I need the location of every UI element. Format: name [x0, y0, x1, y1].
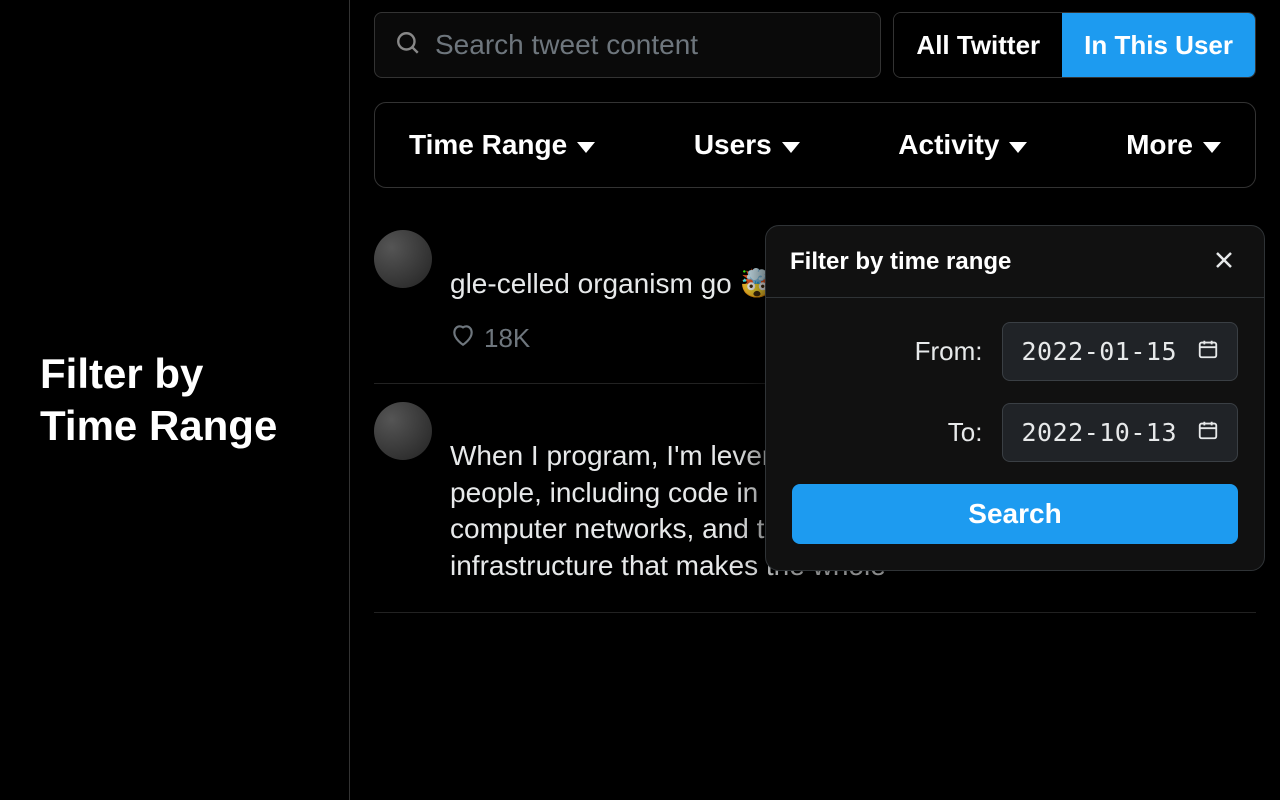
popover-body: From: 2022-01-15 To: 2022-10-13 — [766, 298, 1264, 570]
time-range-popover: Filter by time range From: 2022-01-15 — [765, 225, 1265, 571]
to-label: To: — [948, 417, 983, 448]
filter-time-range-label: Time Range — [409, 129, 567, 161]
popover-title: Filter by time range — [790, 248, 1011, 276]
from-field-row: From: 2022-01-15 — [792, 322, 1238, 381]
filter-users[interactable]: Users — [694, 129, 800, 161]
left-title-line2: Time Range — [40, 402, 277, 449]
heart-icon — [450, 322, 476, 355]
from-date-input[interactable]: 2022-01-15 — [1002, 322, 1238, 381]
scope-all-twitter[interactable]: All Twitter — [894, 13, 1062, 77]
search-icon — [395, 30, 421, 61]
chevron-down-icon — [782, 142, 800, 153]
avatar[interactable] — [374, 402, 432, 460]
filter-activity[interactable]: Activity — [898, 129, 1027, 161]
scope-in-this-user[interactable]: In This User — [1062, 13, 1255, 77]
filter-time-range[interactable]: Time Range — [409, 129, 595, 161]
calendar-icon — [1197, 419, 1219, 446]
calendar-icon — [1197, 338, 1219, 365]
from-label: From: — [915, 336, 983, 367]
filter-more-label: More — [1126, 129, 1193, 161]
to-date-value: 2022-10-13 — [1021, 418, 1177, 447]
right-panel: All Twitter In This User Time Range User… — [350, 0, 1280, 800]
close-icon — [1212, 260, 1236, 275]
from-date-value: 2022-01-15 — [1021, 337, 1177, 366]
filter-users-label: Users — [694, 129, 772, 161]
like-count: 18K — [484, 323, 530, 354]
left-title: Filter by Time Range — [40, 348, 277, 453]
to-date-input[interactable]: 2022-10-13 — [1002, 403, 1238, 462]
search-box[interactable] — [374, 12, 881, 78]
popover-header: Filter by time range — [766, 226, 1264, 298]
filter-more[interactable]: More — [1126, 129, 1221, 161]
chevron-down-icon — [1009, 142, 1027, 153]
filter-bar: Time Range Users Activity More — [374, 102, 1256, 188]
popover-search-button[interactable]: Search — [792, 484, 1238, 544]
scope-toggle: All Twitter In This User — [893, 12, 1256, 78]
top-row: All Twitter In This User — [374, 12, 1256, 78]
chevron-down-icon — [577, 142, 595, 153]
chevron-down-icon — [1203, 142, 1221, 153]
filter-activity-label: Activity — [898, 129, 999, 161]
search-input[interactable] — [435, 29, 860, 61]
left-title-line1: Filter by — [40, 350, 203, 397]
avatar[interactable] — [374, 230, 432, 288]
close-button[interactable] — [1208, 244, 1240, 279]
left-panel: Filter by Time Range — [0, 0, 350, 800]
like-action[interactable]: 18K — [450, 322, 530, 355]
to-field-row: To: 2022-10-13 — [792, 403, 1238, 462]
